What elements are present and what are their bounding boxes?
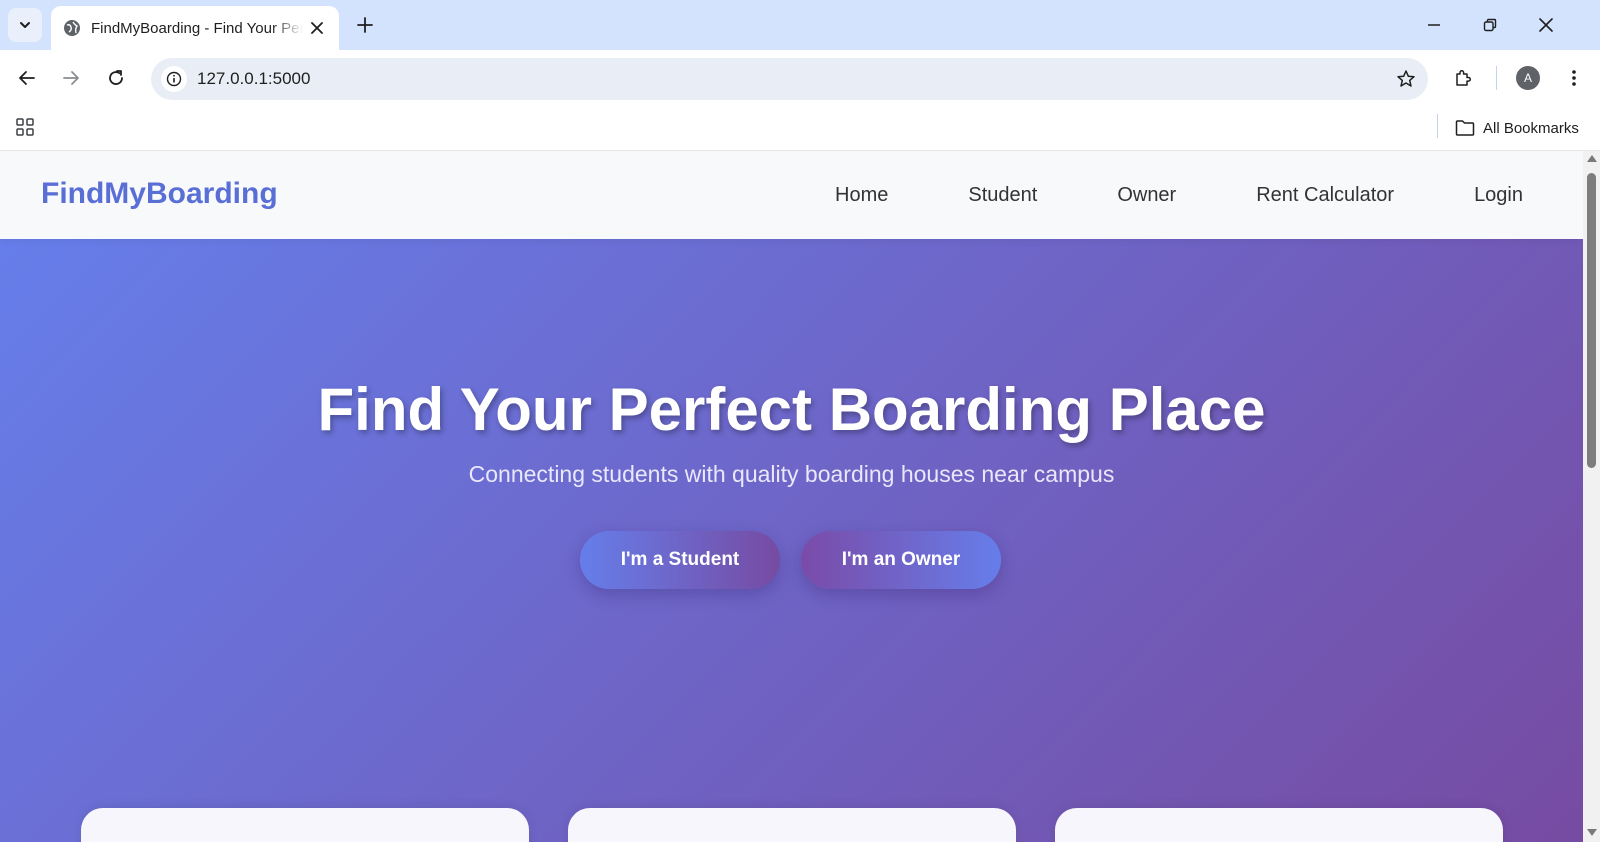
scroll-down-arrow-icon[interactable] <box>1587 829 1597 836</box>
nav-link-owner[interactable]: Owner <box>1117 184 1176 207</box>
feature-card <box>1055 808 1503 842</box>
close-icon <box>1539 18 1553 32</box>
tab-strip: FindMyBoarding - Find Your Perfect Board… <box>0 0 1600 50</box>
scrollbar-thumb[interactable] <box>1587 173 1596 468</box>
bookmarks-divider <box>1437 114 1438 138</box>
reload-button[interactable] <box>100 62 132 94</box>
close-tab-icon[interactable] <box>307 18 327 38</box>
feature-card <box>81 808 529 842</box>
bookmarks-bar: All Bookmarks <box>0 106 1600 151</box>
page-viewport: FindMyBoarding Home Student Owner Rent C… <box>0 151 1583 842</box>
globe-icon <box>63 19 81 37</box>
all-bookmarks-button[interactable]: All Bookmarks <box>1455 116 1579 140</box>
bookmark-star-icon[interactable] <box>1394 67 1418 91</box>
hero-buttons: I'm a Student I'm an Owner <box>580 531 1001 589</box>
browser-toolbar: 127.0.0.1:5000 A <box>0 50 1600 106</box>
nav-links: Home Student Owner Rent Calculator Login <box>755 151 1523 239</box>
arrow-left-icon <box>19 71 35 85</box>
restore-button[interactable] <box>1470 8 1510 42</box>
feature-card <box>568 808 1016 842</box>
folder-icon <box>1455 120 1475 136</box>
profile-avatar[interactable]: A <box>1516 66 1540 90</box>
reload-icon <box>109 70 123 85</box>
new-tab-button[interactable] <box>352 12 378 38</box>
extensions-button[interactable] <box>1447 62 1479 94</box>
browser-menu-button[interactable] <box>1558 62 1590 94</box>
all-bookmarks-label: All Bookmarks <box>1483 119 1579 137</box>
minimize-icon <box>1428 24 1440 26</box>
site-navbar: FindMyBoarding Home Student Owner Rent C… <box>0 151 1583 239</box>
page-scrollbar[interactable] <box>1583 151 1600 842</box>
nav-link-home[interactable]: Home <box>835 184 888 207</box>
hero-section: Find Your Perfect Boarding Place Connect… <box>0 239 1583 842</box>
tab-search-button[interactable] <box>8 8 42 42</box>
nav-link-login[interactable]: Login <box>1474 184 1523 207</box>
address-bar[interactable]: 127.0.0.1:5000 <box>151 58 1428 100</box>
address-url[interactable]: 127.0.0.1:5000 <box>197 69 310 89</box>
owner-button[interactable]: I'm an Owner <box>801 531 1001 589</box>
minimize-button[interactable] <box>1414 8 1454 42</box>
student-button[interactable]: I'm a Student <box>580 531 780 589</box>
hero-title: Find Your Perfect Boarding Place <box>317 376 1266 443</box>
apps-grid-icon[interactable] <box>14 116 36 138</box>
arrow-right-icon <box>63 71 79 85</box>
more-vertical-icon <box>1572 70 1576 86</box>
plus-icon <box>357 17 373 33</box>
close-window-button[interactable] <box>1526 8 1566 42</box>
browser-tab[interactable]: FindMyBoarding - Find Your Perfect Board… <box>51 6 339 50</box>
nav-link-rent-calculator[interactable]: Rent Calculator <box>1256 184 1394 207</box>
scroll-up-arrow-icon[interactable] <box>1587 155 1597 162</box>
puzzle-icon <box>1456 69 1472 86</box>
back-button[interactable] <box>11 62 43 94</box>
hero-subtitle: Connecting students with quality boardin… <box>468 461 1115 487</box>
nav-link-student[interactable]: Student <box>968 184 1037 207</box>
site-logo[interactable]: FindMyBoarding <box>41 177 278 211</box>
site-info-icon[interactable] <box>161 66 187 92</box>
chevron-down-icon <box>20 22 30 28</box>
tab-title: FindMyBoarding - Find Your Perfect Board… <box>91 19 303 37</box>
forward-button[interactable] <box>55 62 87 94</box>
restore-icon <box>1483 18 1497 32</box>
toolbar-divider <box>1496 66 1497 90</box>
